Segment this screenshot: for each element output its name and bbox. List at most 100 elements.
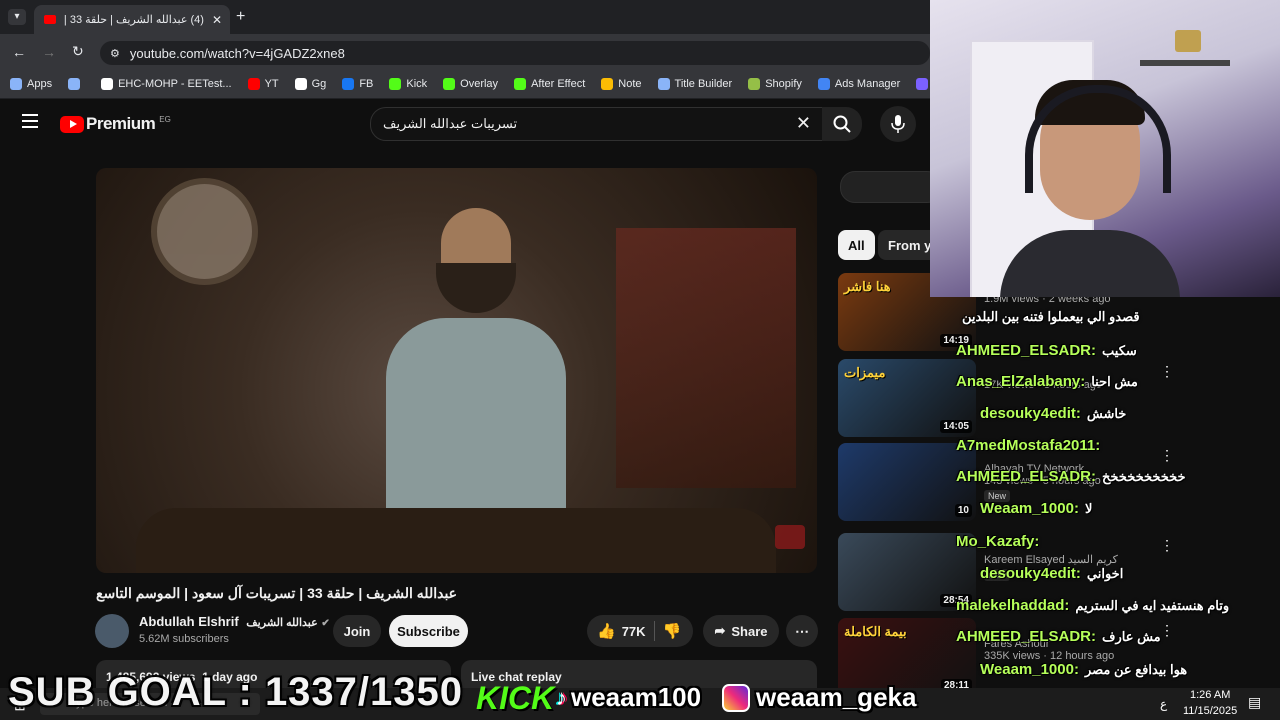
channel-watermark [775, 525, 805, 549]
back-icon[interactable]: ← [12, 44, 26, 60]
bookmark-label: Kick [406, 78, 428, 90]
chat-text: سكيب [1102, 343, 1137, 358]
like-dislike-group: 👍 77K 👎 [587, 615, 693, 647]
bookmark-icon [247, 78, 260, 90]
chat-message: AHMEED_ELSADR: مش عارف [956, 628, 1161, 646]
voice-search-button[interactable] [880, 106, 916, 142]
bookmark-item[interactable]: Kick [389, 78, 427, 90]
instagram-handle-text: weaam_geka [756, 682, 917, 712]
recommendation-item[interactable]: 28:54 [838, 533, 976, 611]
divider [653, 621, 655, 641]
chat-text: خاشش [1086, 406, 1127, 421]
bookmarks-list: Apps EHC-MOHP - EETest... YT Gg FB Kick Overla… [0, 78, 991, 90]
bookmark-item[interactable]: Shopify [748, 78, 802, 90]
thumbnail-text: ميمزات [844, 365, 886, 380]
channel-name-ar: عبدالله الشريف [246, 617, 318, 629]
chat-text: قصدو الي بيعملوا فتنه بين البلدين [962, 309, 1140, 324]
recommendation-more-icon[interactable]: ⋮ [1160, 622, 1174, 639]
video-title: عبدالله الشريف | حلقة 33 | تسريبات آل سع… [96, 585, 458, 601]
bookmark-item[interactable]: Title Builder [657, 78, 733, 90]
chat-text: وتام هنستفيد ايه في الستريم [1075, 598, 1230, 613]
subscribe-button[interactable]: Subscribe [389, 615, 468, 647]
tab-youtube[interactable]: (4) عبدالله الشريف | حلقة 33 | تسر ✕ [34, 5, 230, 34]
channel-avatar[interactable] [95, 614, 129, 648]
chat-username: Weaam_1000: [980, 500, 1079, 517]
bookmark-item[interactable]: Apps [10, 78, 52, 90]
chat-username: AHMEED_ELSADR: [956, 468, 1097, 485]
chat-username: Anas_ElZalabany: [956, 373, 1086, 390]
recommendation-more-icon[interactable]: ⋮ [1160, 537, 1174, 554]
bookmark-item[interactable]: Overlay [443, 78, 498, 90]
recommendation-item[interactable]: ميمزات 14:05 [838, 359, 976, 437]
desk-decor [136, 508, 776, 573]
youtube-play-icon [60, 115, 84, 133]
sub-goal-counter: SUB GOAL : 1337/1350 [8, 670, 464, 714]
bookmark-item[interactable] [68, 78, 85, 90]
channel-name[interactable]: Abdullah Elshrif عبدالله الشريف ✔ [139, 614, 330, 629]
clear-search-icon[interactable]: ✕ [796, 113, 811, 134]
reload-icon[interactable]: ↻ [72, 43, 84, 60]
forward-icon[interactable]: → [42, 44, 56, 60]
tiktok-handle-text: weaam100 [571, 682, 702, 712]
bookmark-item[interactable]: FB [342, 78, 373, 90]
bookmark-icon [389, 78, 402, 90]
thumbnail-text: بيمة الكاملة [844, 624, 907, 639]
search-input[interactable]: تسريبات عبدالله الشريف ✕ [370, 107, 824, 141]
bookmark-item[interactable]: Gg [294, 78, 327, 90]
menu-icon[interactable] [22, 114, 38, 128]
chat-message: malekelhaddad: وتام هنستفيد ايه في الستري… [956, 597, 1229, 615]
chat-message: Weaam_1000: هوا بيدافع عن مصر [980, 661, 1187, 679]
share-button[interactable]: ➦ Share [703, 615, 779, 647]
bookmark-label: FB [359, 78, 374, 90]
bookmark-label: Ads Manager [834, 78, 901, 90]
like-count[interactable]: 77K [622, 624, 646, 639]
recommendation-item[interactable]: 10 [838, 443, 976, 521]
instagram-icon [722, 683, 750, 712]
more-actions-button[interactable]: ⋯ [786, 615, 818, 647]
recommendation-thumbnail[interactable]: ميمزات 14:05 [838, 359, 976, 437]
bookmark-label: YT [264, 78, 279, 90]
bookmark-label: Apps [27, 78, 53, 90]
chat-text: اخواني [1086, 566, 1124, 581]
chat-username: AHMEED_ELSADR: [956, 628, 1097, 645]
bookmark-item[interactable]: EHC-MOHP - EETest... [101, 78, 232, 90]
instagram-handle: weaam_geka [722, 682, 916, 713]
site-info-icon[interactable]: ⚙ [110, 47, 120, 60]
taskbar-lang[interactable]: ع [1160, 697, 1167, 711]
bookmark-item[interactable]: YT [247, 78, 279, 90]
chat-username: Weaam_1000: [980, 661, 1079, 678]
webcam-feed [930, 0, 1280, 297]
taskbar-time[interactable]: 1:26 AM [1190, 689, 1230, 701]
chat-username: desouky4edit: [980, 565, 1081, 582]
bookmark-item[interactable]: Ads Manager [817, 78, 901, 90]
recommendation-more-icon[interactable]: ⋮ [1160, 363, 1174, 380]
close-tab-icon[interactable]: ✕ [212, 13, 222, 27]
sidebar-search-pill[interactable] [840, 171, 942, 203]
bookmark-label: Gg [311, 78, 327, 90]
tiktok-handle: ♪ weaam100 [556, 682, 701, 713]
dislike-icon[interactable]: 👎 [663, 622, 682, 640]
bookmark-item[interactable]: After Effect [514, 78, 585, 90]
bookmark-label: Note [618, 78, 642, 90]
new-tab-icon[interactable]: + [236, 8, 245, 26]
taskbar-date[interactable]: 11/15/2025 [1183, 705, 1237, 717]
bookmark-item[interactable]: Note [601, 78, 642, 90]
search-button[interactable] [822, 107, 862, 141]
bookmark-label: Title Builder [674, 78, 733, 90]
tab-title: (4) عبدالله الشريف | حلقة 33 | تسر [64, 14, 204, 26]
chat-text: مش عارف [1102, 629, 1161, 644]
like-icon[interactable]: 👍 [597, 622, 616, 640]
join-button[interactable]: Join [333, 615, 381, 647]
video-player[interactable] [96, 168, 817, 573]
recommendation-more-icon[interactable]: ⋮ [1160, 447, 1174, 464]
bookmark-icon [101, 78, 114, 90]
recommendation-item[interactable]: هنا فاشر 14:19 [838, 273, 976, 351]
video-duration: 10 [954, 504, 972, 517]
notifications-icon[interactable]: ▤ [1248, 694, 1261, 711]
address-bar[interactable]: ⚙ youtube.com/watch?v=4jGADZ2xne8 [100, 41, 930, 65]
chip-all[interactable]: All [838, 230, 875, 260]
chat-text: خخخخخخخخخخ [1102, 469, 1186, 484]
youtube-logo[interactable]: Premium EG [60, 114, 171, 134]
tab-search-button[interactable]: ▾ [8, 9, 26, 25]
chat-message: قصدو الي بيعملوا فتنه بين البلدين [956, 308, 1140, 326]
